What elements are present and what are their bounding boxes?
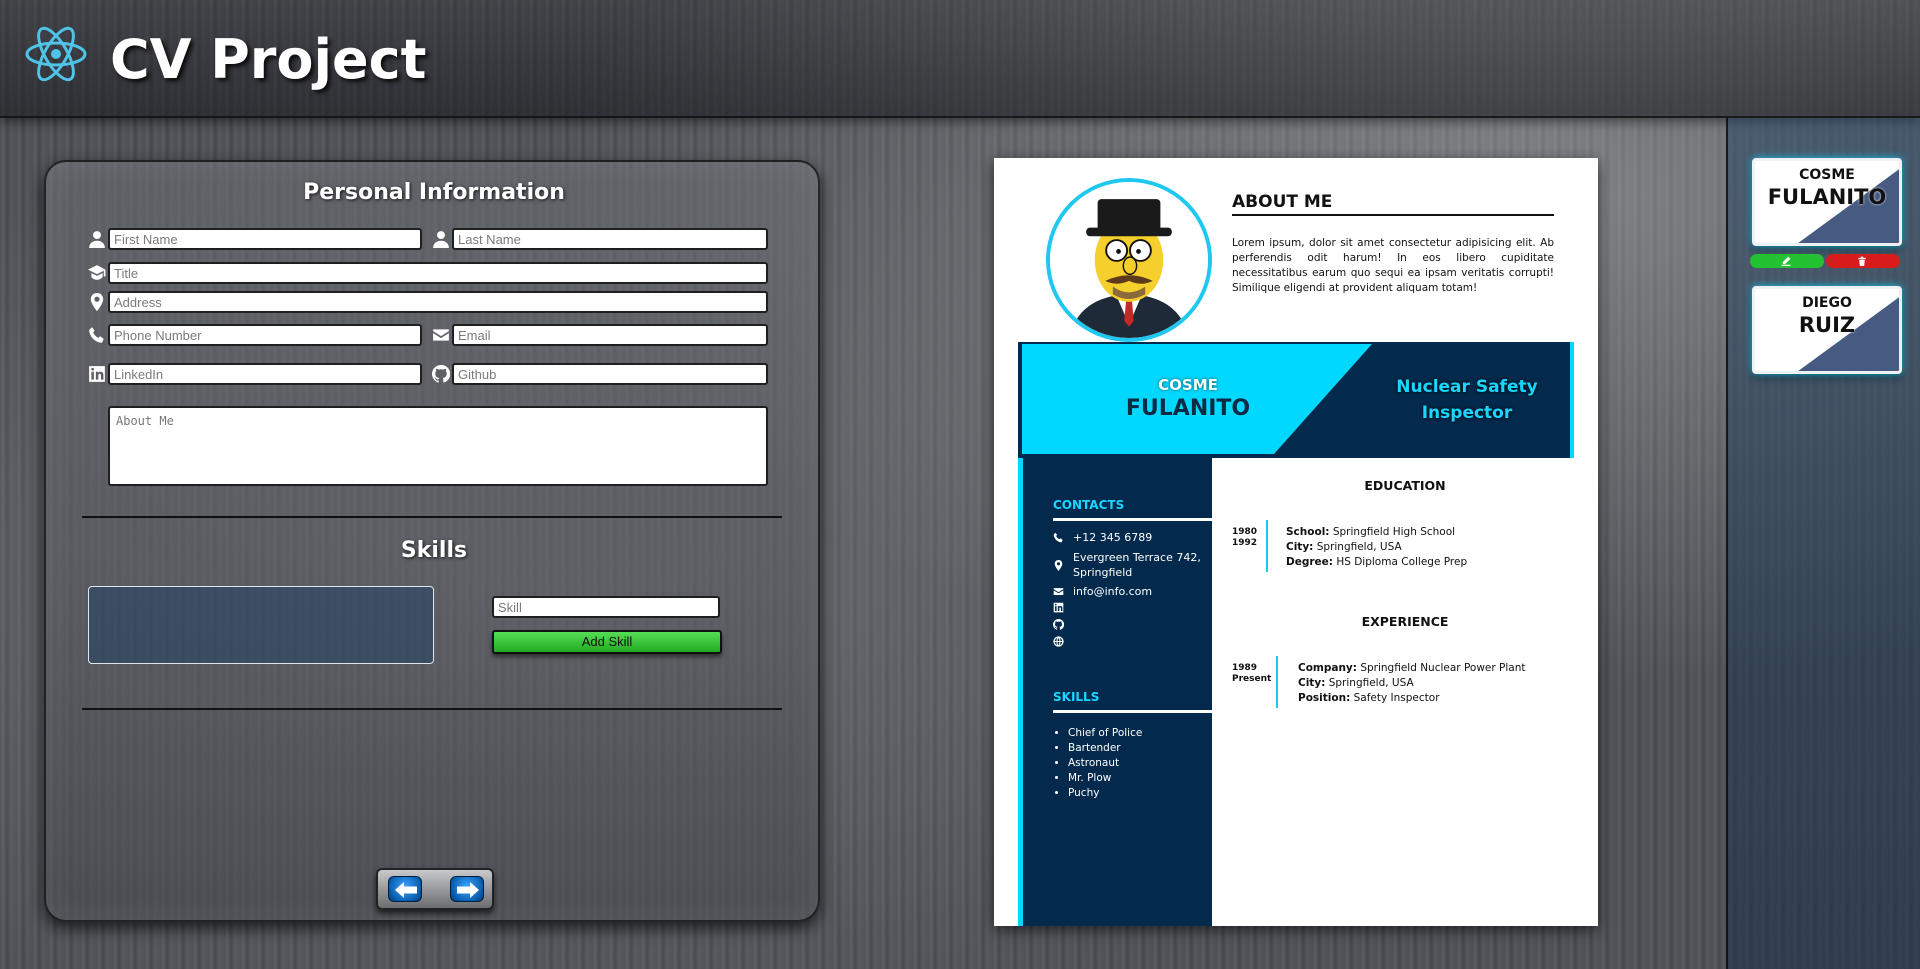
experience-year-end: Present [1232, 674, 1272, 684]
school-label: School: [1286, 526, 1330, 538]
github-icon [1052, 618, 1065, 630]
saved-cv-last-name: RUIZ [1798, 313, 1856, 337]
profile-photo [1046, 178, 1212, 342]
envelope-icon [432, 326, 450, 344]
experience-year-start: 1989 [1232, 663, 1258, 673]
education-timeline-bar [1266, 520, 1268, 572]
user-icon [432, 230, 450, 248]
cv-last-name: FULANITO [1125, 396, 1251, 421]
form-navigation [376, 868, 494, 910]
cv-skills-list: Chief of Police Bartender Astronaut Mr. … [1050, 726, 1142, 801]
previous-button[interactable] [388, 876, 422, 902]
cv-first-name: COSME [1158, 376, 1218, 394]
graduate-icon [88, 264, 106, 282]
city-value: Springfield, USA [1328, 677, 1414, 689]
envelope-icon [1053, 586, 1064, 597]
saved-cv-last-name: FULANITO [1767, 185, 1887, 209]
about-me-textarea[interactable] [108, 406, 768, 486]
experience-timeline-bar [1276, 656, 1278, 708]
education-heading: EDUCATION [1364, 478, 1446, 493]
react-atom-icon [24, 22, 88, 86]
last-name-input[interactable] [452, 228, 768, 250]
phone-input[interactable] [108, 324, 422, 346]
experience-heading: EXPERIENCE [1361, 614, 1449, 629]
app-header: CV Project [0, 0, 1920, 118]
user-icon [88, 230, 106, 248]
city-label: City: [1286, 541, 1314, 553]
add-skill-button[interactable]: Add Skill [492, 630, 722, 654]
first-name-input[interactable] [108, 228, 422, 250]
contacts-rule [1053, 518, 1212, 521]
skill-item: Bartender [1068, 741, 1142, 756]
github-icon [431, 364, 451, 383]
skill-item: Astronaut [1068, 756, 1142, 771]
about-me-title: ABOUT ME [1232, 192, 1554, 216]
company-value: Springfield Nuclear Power Plant [1360, 662, 1526, 674]
linkedin-icon [88, 365, 106, 383]
cv-sidebar: CONTACTS +12 345 6789 Evergreen Terrace … [1018, 458, 1212, 926]
company-label: Company: [1298, 662, 1357, 674]
contact-address-text: Evergreen Terrace 742, Springfield [1073, 551, 1201, 579]
education-years: 1980 1992 [1232, 527, 1257, 549]
email-input[interactable] [452, 324, 768, 346]
position-label: Position: [1298, 692, 1351, 704]
next-button[interactable] [450, 876, 484, 902]
education-year-end: 1992 [1232, 538, 1258, 548]
education-year-start: 1980 [1232, 527, 1258, 537]
arrow-left-icon [395, 882, 417, 898]
cv-job-title: Nuclear Safety Inspector [1396, 377, 1538, 423]
phone-icon [1053, 532, 1064, 543]
github-input[interactable] [452, 363, 768, 385]
about-me-text: Lorem ipsum, dolor sit amet consectetur … [1232, 237, 1554, 294]
linkedin-icon [1053, 602, 1064, 613]
location-pin-icon [1053, 560, 1064, 571]
city-value: Springfield, USA [1316, 541, 1402, 553]
degree-label: Degree: [1286, 556, 1333, 568]
personal-info-heading: Personal Information [303, 180, 565, 205]
skills-list-box [88, 586, 434, 664]
skill-input[interactable] [492, 596, 720, 618]
contact-phone-text: +12 345 6789 [1073, 531, 1153, 544]
cv-form-panel: Personal Information Skills Add Skill [44, 160, 820, 922]
address-input[interactable] [108, 291, 768, 313]
skills-rule [1053, 710, 1212, 713]
experience-years: 1989 Present [1232, 663, 1271, 685]
skill-item: Chief of Police [1068, 726, 1142, 741]
section-divider [82, 516, 782, 518]
saved-cv-card[interactable]: DIEGO RUIZ [1752, 286, 1902, 374]
globe-icon [1053, 636, 1064, 647]
skills-heading: Skills [400, 538, 468, 563]
edit-cv-button[interactable] [1750, 254, 1824, 268]
section-divider [82, 708, 782, 710]
banner-edge [1570, 342, 1574, 458]
location-pin-icon [88, 293, 106, 311]
contact-email-text: info@info.com [1073, 585, 1153, 598]
degree-value: HS Diploma College Prep [1336, 556, 1468, 568]
app-title: CV Project [110, 28, 427, 91]
saved-cv-first-name: COSME [1799, 167, 1855, 183]
position-value: Safety Inspector [1353, 692, 1440, 704]
linkedin-input[interactable] [108, 363, 422, 385]
arrow-right-icon [457, 882, 479, 898]
experience-details: Company: Springfield Nuclear Power Plant… [1298, 661, 1526, 706]
school-value: Springfield High School [1332, 526, 1456, 538]
delete-cv-button[interactable] [1826, 254, 1900, 268]
skill-item: Mr. Plow [1068, 771, 1142, 786]
skills-heading-cv: SKILLS [1053, 690, 1100, 704]
name-banner: COSME FULANITO Nuclear Safety Inspector [1018, 342, 1574, 458]
contacts-heading: CONTACTS [1053, 498, 1125, 512]
title-input[interactable] [108, 262, 768, 284]
phone-icon [88, 326, 106, 344]
edit-icon [1781, 256, 1791, 266]
city-label: City: [1298, 677, 1326, 689]
cv-preview: ABOUT ME Lorem ipsum, dolor sit amet con… [994, 158, 1598, 926]
trash-icon [1858, 256, 1866, 266]
saved-cv-card[interactable]: COSME FULANITO [1752, 158, 1902, 246]
skill-item: Puchy [1068, 786, 1142, 801]
saved-cvs-panel: COSME FULANITO DIEGO RUIZ [1726, 118, 1920, 969]
saved-cv-first-name: DIEGO [1802, 295, 1852, 311]
education-details: School: Springfield High School City: Sp… [1286, 525, 1467, 570]
